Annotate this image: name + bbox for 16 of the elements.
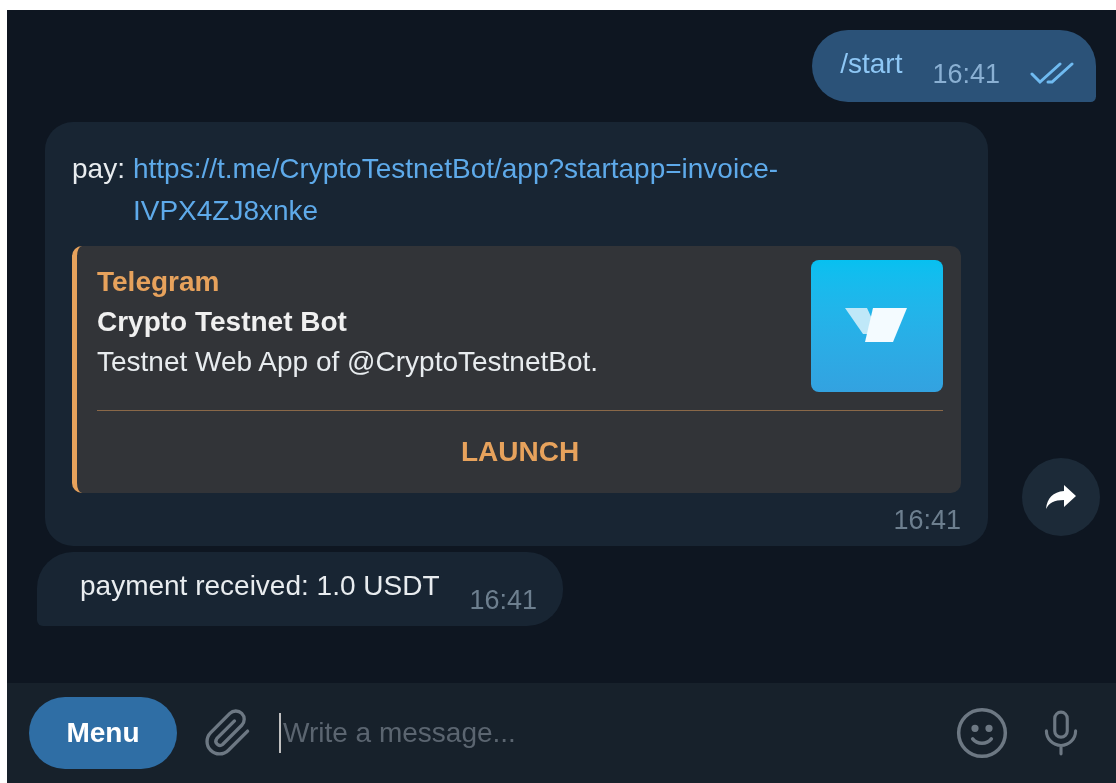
message-text: /start: [840, 50, 903, 78]
message-input[interactable]: Write a message...: [279, 713, 928, 753]
smiley-icon[interactable]: [954, 705, 1010, 761]
launch-button[interactable]: LAUNCH: [97, 411, 943, 493]
preview-description: Testnet Web App of @CryptoTestnetBot.: [97, 345, 599, 379]
menu-button[interactable]: Menu: [29, 697, 177, 769]
message-time: 16:41: [932, 61, 1000, 88]
preview-site-name: Telegram: [97, 265, 221, 299]
message-link[interactable]: https://t.me/CryptoTestnetBot/app?startapp=invoice-IVPX4ZJ8xnke: [132, 148, 961, 232]
app-logo-icon: [811, 260, 943, 392]
message-text: pay:: [72, 152, 125, 186]
message-time: 16:41: [893, 507, 961, 534]
forward-arrow-icon: [1044, 483, 1078, 511]
preview-title: Crypto Testnet Bot: [97, 305, 348, 339]
message-text: payment received: 1.0 USDT: [80, 572, 440, 600]
message-time: 16:41: [469, 587, 538, 614]
